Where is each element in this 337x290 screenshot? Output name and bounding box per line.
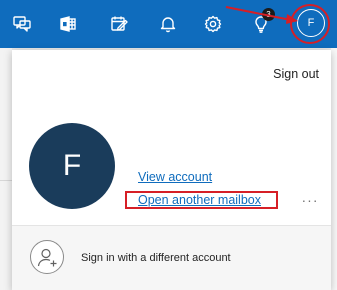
sign-out-link[interactable]: Sign out <box>273 67 319 81</box>
account-avatar-large: F <box>29 123 115 209</box>
annotation-highlight-box <box>125 191 278 209</box>
account-panel: Sign out F View account Open another mai… <box>12 50 331 290</box>
ellipsis-icon[interactable]: ··· <box>299 192 321 208</box>
add-person-icon <box>30 240 64 274</box>
view-account-link[interactable]: View account <box>138 170 212 184</box>
background-divider <box>0 180 12 181</box>
background-edge <box>331 48 337 290</box>
background-page <box>0 48 12 290</box>
annotation-circle <box>290 4 330 44</box>
sign-in-different-account-label: Sign in with a different account <box>81 252 231 264</box>
sign-in-different-account-row[interactable]: Sign in with a different account <box>12 226 331 290</box>
